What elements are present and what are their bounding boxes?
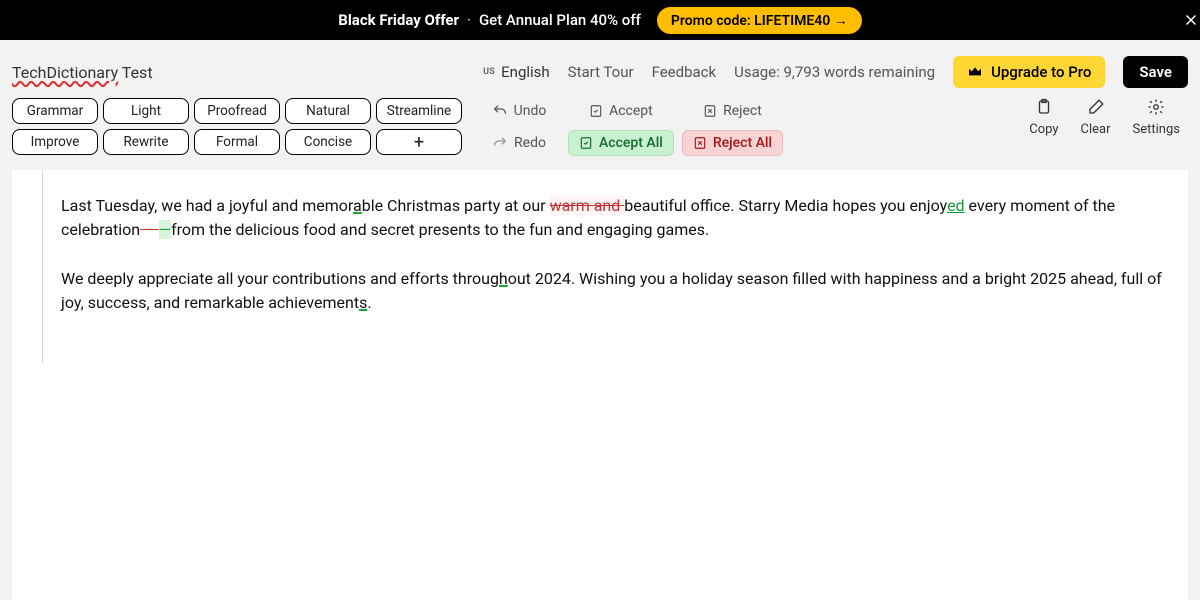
mode-natural[interactable]: Natural [285, 98, 371, 124]
feedback-link[interactable]: Feedback [652, 63, 717, 81]
mode-proofread[interactable]: Proofread [194, 98, 280, 124]
copy-button[interactable]: Copy [1029, 98, 1058, 137]
usage-text: Usage: 9,793 words remaining [734, 63, 935, 81]
mode-rewrite[interactable]: Rewrite [103, 129, 189, 155]
header: TechDictionary Test us English Start Tou… [0, 40, 1200, 98]
mode-formal[interactable]: Formal [194, 129, 280, 155]
reject-icon [703, 104, 717, 118]
upgrade-button[interactable]: Upgrade to Pro [953, 56, 1105, 88]
redo-button[interactable]: Redo [478, 130, 560, 156]
center-actions: Undo Redo Accept Accept All Reject [478, 98, 783, 156]
undo-button[interactable]: Undo [478, 98, 560, 124]
promo-offer: Black Friday Offer [338, 11, 459, 29]
mode-concise[interactable]: Concise [285, 129, 371, 155]
deletion-mark[interactable]: – [140, 220, 158, 239]
promo-sub: Get Annual Plan 40% off [479, 11, 641, 29]
promo-code-button[interactable]: Promo code: LIFETIME40 → [657, 7, 862, 34]
promo-bar: Black Friday Offer · Get Annual Plan 40%… [0, 0, 1200, 40]
mode-grammar[interactable]: Grammar [12, 98, 98, 124]
promo-close-icon[interactable] [1172, 0, 1200, 40]
flag-icon: us [483, 67, 495, 77]
crown-icon [967, 64, 983, 80]
toolbar: Grammar Light Proofread Natural Streamli… [0, 98, 1200, 170]
mode-light[interactable]: Light [103, 98, 189, 124]
insertion-mark[interactable]: — [159, 220, 172, 239]
accept-all-button[interactable]: Accept All [568, 130, 674, 156]
reject-button[interactable]: Reject [682, 98, 783, 124]
deletion-mark[interactable]: warm and [550, 196, 625, 215]
reject-all-icon [693, 136, 707, 150]
undo-icon [492, 103, 508, 119]
paragraph-1[interactable]: Last Tuesday, we had a joyful and memora… [61, 194, 1164, 243]
accept-all-icon [579, 136, 593, 150]
accept-icon [589, 104, 603, 118]
reject-all-button[interactable]: Reject All [682, 130, 783, 156]
mode-add-button[interactable]: + [376, 129, 462, 155]
editor-area[interactable]: Last Tuesday, we had a joyful and memora… [12, 170, 1188, 600]
settings-button[interactable]: Settings [1133, 98, 1180, 137]
insertion-mark[interactable]: ed [947, 196, 965, 215]
paragraph-2[interactable]: We deeply appreciate all your contributi… [61, 267, 1164, 316]
gear-icon [1147, 98, 1165, 116]
language-selector[interactable]: us English [483, 63, 550, 81]
clipboard-icon [1035, 98, 1053, 116]
mode-streamline[interactable]: Streamline [376, 98, 462, 124]
mode-improve[interactable]: Improve [12, 129, 98, 155]
document-title[interactable]: TechDictionary Test [12, 63, 465, 82]
accept-button[interactable]: Accept [568, 98, 674, 124]
start-tour-link[interactable]: Start Tour [568, 63, 634, 81]
redo-icon [492, 135, 508, 151]
mode-grid: Grammar Light Proofread Natural Streamli… [12, 98, 462, 155]
save-button[interactable]: Save [1123, 56, 1188, 88]
eraser-icon [1087, 98, 1105, 116]
right-tools: Copy Clear Settings [1029, 98, 1188, 137]
clear-button[interactable]: Clear [1081, 98, 1111, 137]
